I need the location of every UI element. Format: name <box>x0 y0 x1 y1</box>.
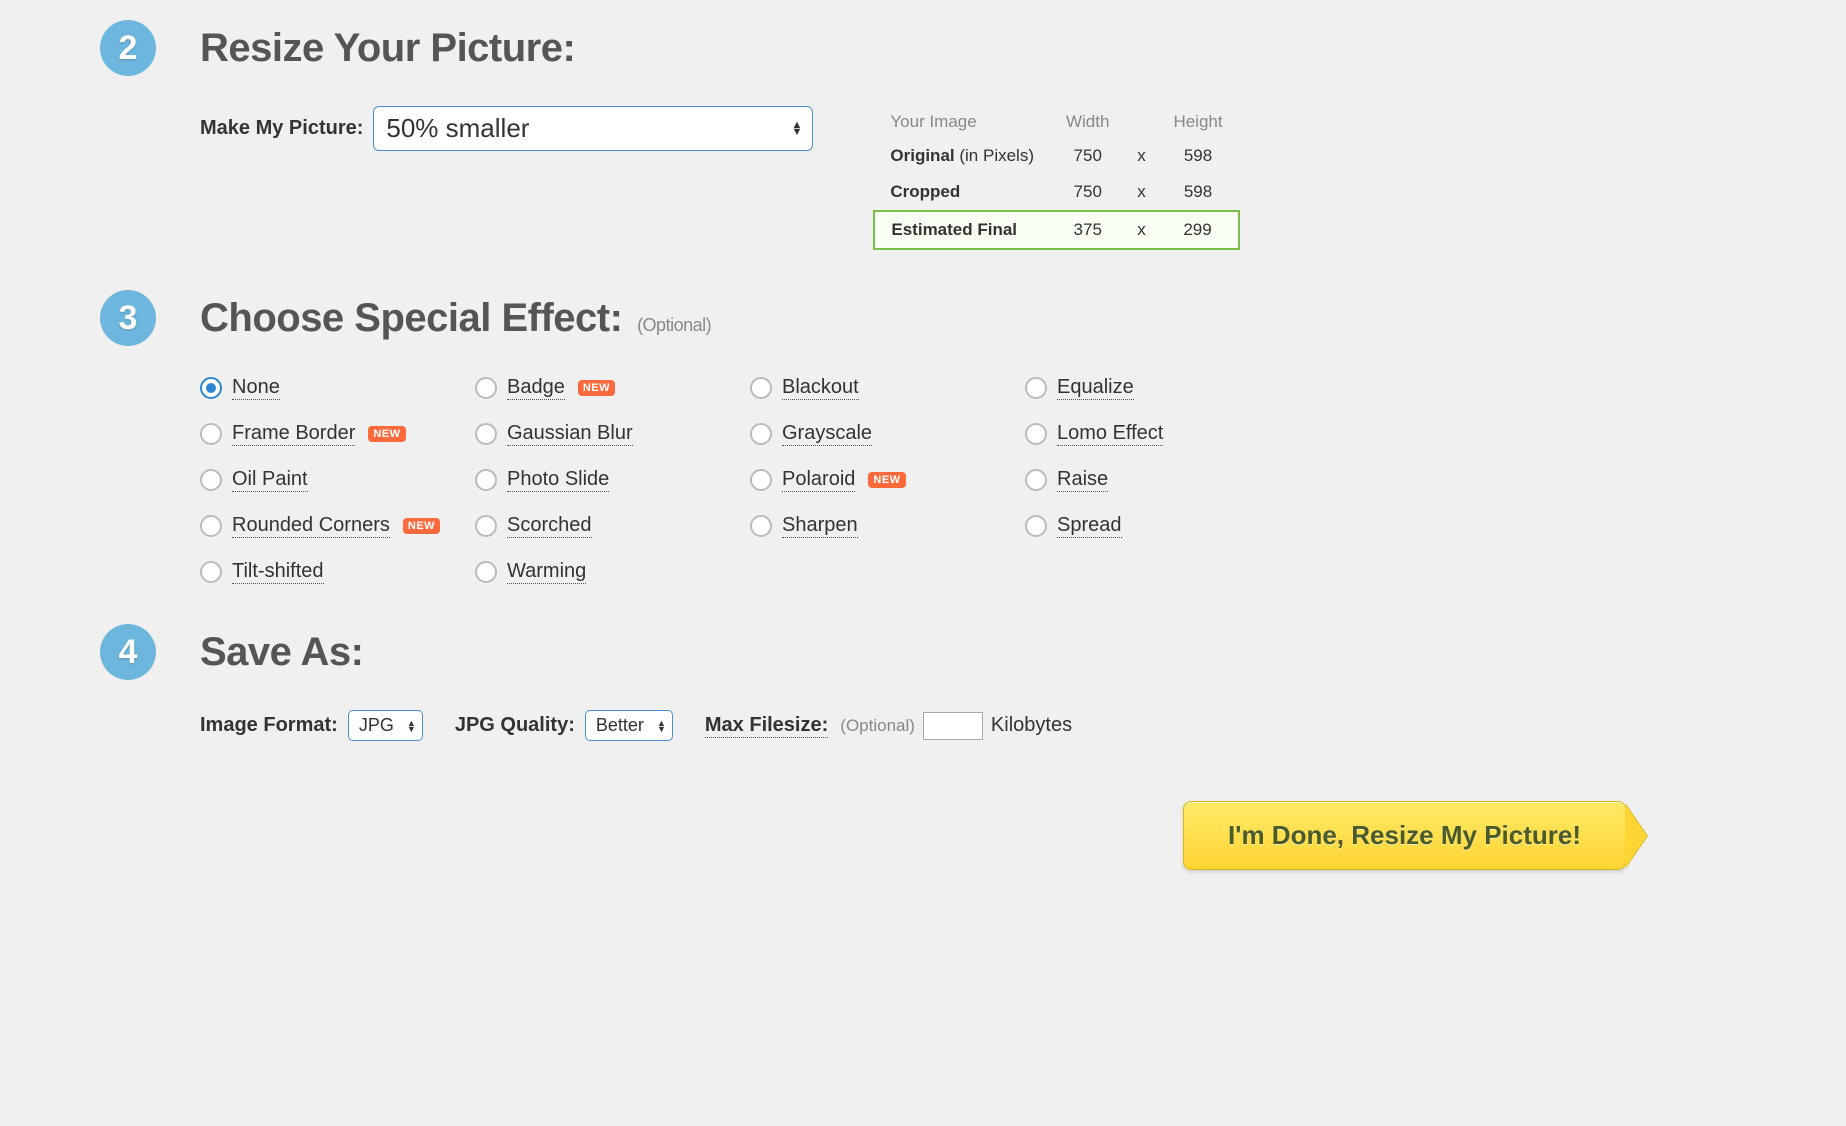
step-number: 4 <box>100 624 156 680</box>
effect-option[interactable]: Polaroid NEW <box>750 468 1025 492</box>
radio-icon <box>200 561 222 583</box>
radio-icon <box>475 469 497 491</box>
effect-label: Spread <box>1057 514 1122 538</box>
section-header: 2 Resize Your Picture: <box>100 20 1746 76</box>
table-row: Original (in Pixels)750x598 <box>874 138 1238 174</box>
table-header: Your Image <box>874 106 1050 138</box>
radio-icon <box>1025 469 1047 491</box>
step-number: 2 <box>100 20 156 76</box>
effect-option[interactable]: Warming <box>475 560 750 584</box>
effect-label: Equalize <box>1057 376 1134 400</box>
radio-icon <box>1025 423 1047 445</box>
effect-option[interactable]: Frame Border NEW <box>200 422 475 446</box>
resize-select[interactable]: 50% smaller ▲▼ <box>373 106 813 151</box>
effect-option[interactable]: Raise <box>1025 468 1300 492</box>
effect-label: Sharpen <box>782 514 858 538</box>
effect-label: Scorched <box>507 514 592 538</box>
effect-option[interactable]: Spread <box>1025 514 1300 538</box>
effect-option[interactable]: Lomo Effect <box>1025 422 1300 446</box>
effect-label: Grayscale <box>782 422 872 446</box>
new-badge: NEW <box>868 472 905 488</box>
radio-icon <box>200 423 222 445</box>
effect-option[interactable]: Rounded Corners NEW <box>200 514 475 538</box>
quality-select[interactable]: Better ▲▼ <box>585 710 673 741</box>
radio-icon <box>475 561 497 583</box>
section-header: 3 Choose Special Effect: (Optional) <box>100 290 1746 346</box>
radio-icon <box>475 515 497 537</box>
step-number: 3 <box>100 290 156 346</box>
effect-label: Gaussian Blur <box>507 422 633 446</box>
table-header: Height <box>1157 106 1238 138</box>
effect-label: Blackout <box>782 376 859 400</box>
section-save: 4 Save As: Image Format: JPG ▲▼ JPG Qual… <box>100 624 1746 741</box>
section-header: 4 Save As: <box>100 624 1746 680</box>
effect-label: Polaroid <box>782 468 855 492</box>
radio-icon <box>1025 515 1047 537</box>
radio-icon <box>750 469 772 491</box>
format-select[interactable]: JPG ▲▼ <box>348 710 423 741</box>
radio-icon <box>750 423 772 445</box>
radio-icon <box>750 377 772 399</box>
effect-label: Frame Border <box>232 422 355 446</box>
effect-label: Tilt-shifted <box>232 560 324 584</box>
section-title: Resize Your Picture: <box>200 26 575 71</box>
effect-label: Badge <box>507 376 565 400</box>
radio-icon <box>1025 377 1047 399</box>
format-label: Image Format: <box>200 714 338 737</box>
radio-icon <box>475 423 497 445</box>
effect-option[interactable]: Scorched <box>475 514 750 538</box>
effect-option[interactable]: Badge NEW <box>475 376 750 400</box>
dimensions-table: Your Image Width Height Original (in Pix… <box>873 106 1239 250</box>
effect-label: Warming <box>507 560 586 584</box>
quality-label: JPG Quality: <box>455 714 575 737</box>
resize-select-value: 50% smaller <box>386 113 529 143</box>
effect-label: None <box>232 376 280 400</box>
chevron-updown-icon: ▲▼ <box>792 122 803 136</box>
effect-option[interactable]: Gaussian Blur <box>475 422 750 446</box>
optional-label: (Optional) <box>637 315 711 335</box>
radio-icon <box>200 377 222 399</box>
max-filesize-input[interactable] <box>923 712 983 740</box>
new-badge: NEW <box>368 426 405 442</box>
new-badge: NEW <box>403 518 440 534</box>
kilobytes-label: Kilobytes <box>991 714 1072 737</box>
make-picture-label: Make My Picture: <box>200 117 363 140</box>
effect-label: Rounded Corners <box>232 514 390 538</box>
effect-option[interactable]: Oil Paint <box>200 468 475 492</box>
optional-label: (Optional) <box>840 716 915 736</box>
effect-option[interactable]: Grayscale <box>750 422 1025 446</box>
new-badge: NEW <box>578 380 615 396</box>
effect-label: Photo Slide <box>507 468 609 492</box>
section-effect: 3 Choose Special Effect: (Optional) None… <box>100 290 1746 584</box>
section-title: Choose Special Effect: (Optional) <box>200 296 711 341</box>
effect-label: Raise <box>1057 468 1108 492</box>
resize-submit-button[interactable]: I'm Done, Resize My Picture! <box>1183 801 1626 870</box>
effect-option[interactable]: Sharpen <box>750 514 1025 538</box>
radio-icon <box>200 469 222 491</box>
radio-icon <box>200 515 222 537</box>
effect-label: Oil Paint <box>232 468 308 492</box>
effect-option[interactable]: Photo Slide <box>475 468 750 492</box>
section-resize: 2 Resize Your Picture: Make My Picture: … <box>100 20 1746 250</box>
section-title: Save As: <box>200 630 364 675</box>
radio-icon <box>475 377 497 399</box>
table-row: Cropped750x598 <box>874 174 1238 211</box>
radio-icon <box>750 515 772 537</box>
effect-option[interactable]: Equalize <box>1025 376 1300 400</box>
max-filesize-label: Max Filesize: <box>705 714 828 738</box>
chevron-updown-icon: ▲▼ <box>657 720 666 732</box>
table-row: Estimated Final375x299 <box>874 211 1238 249</box>
effects-grid: None Badge NEW Blackout Equalize Frame Border… <box>200 376 1300 584</box>
effect-option[interactable]: Blackout <box>750 376 1025 400</box>
chevron-updown-icon: ▲▼ <box>407 720 416 732</box>
effect-label: Lomo Effect <box>1057 422 1163 446</box>
effect-option[interactable]: Tilt-shifted <box>200 560 475 584</box>
table-header: Width <box>1050 106 1125 138</box>
effect-option[interactable]: None <box>200 376 475 400</box>
